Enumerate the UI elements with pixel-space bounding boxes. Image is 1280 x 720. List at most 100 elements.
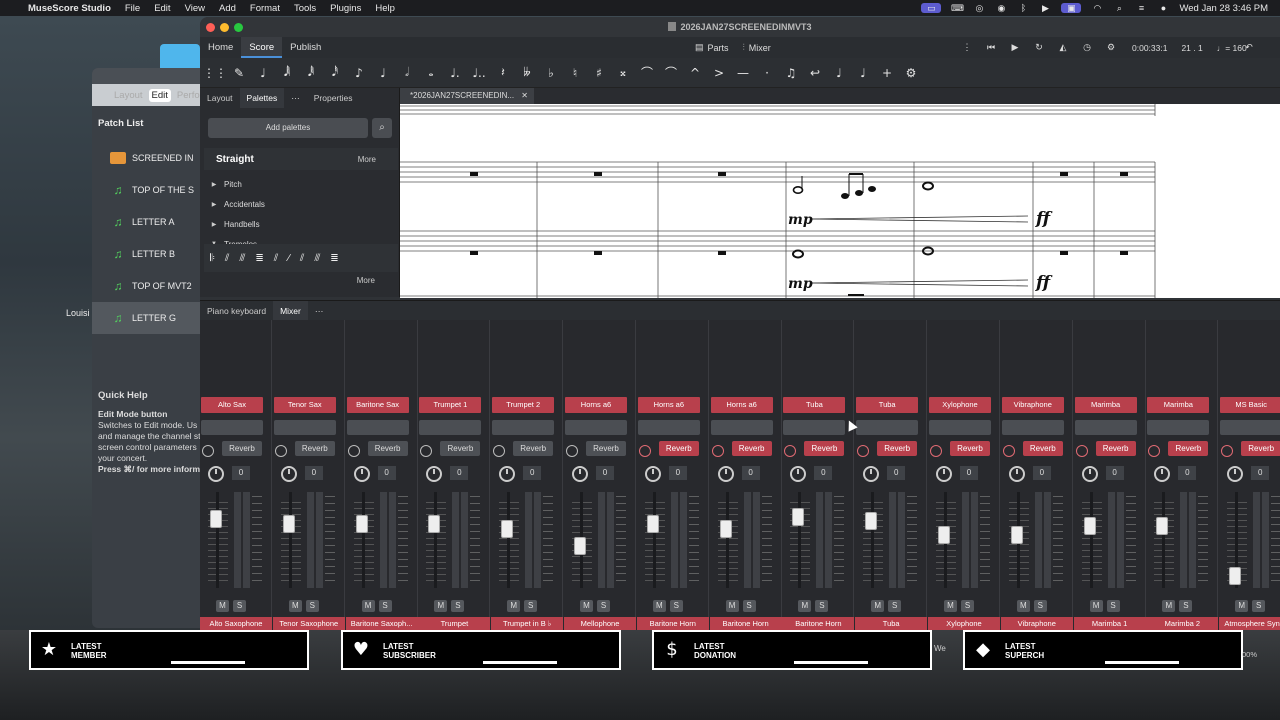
tremolo-cell[interactable]: ⫽: [300, 253, 304, 264]
sound-flag-box[interactable]: [710, 420, 773, 435]
pencil-icon[interactable]: ✎: [230, 63, 248, 83]
search-icon[interactable]: ⌕: [1113, 3, 1125, 13]
volume-fader-handle[interactable]: [282, 514, 295, 533]
reverb-knob-icon[interactable]: [493, 445, 506, 457]
solo-button[interactable]: S: [961, 600, 974, 612]
volume-fader-track[interactable]: [1089, 492, 1093, 588]
pan-value[interactable]: 0: [814, 466, 833, 480]
reverb-button[interactable]: Reverb: [1168, 441, 1209, 456]
sound-flag-box[interactable]: [1001, 420, 1064, 435]
add-palettes-button[interactable]: Add palettes: [208, 118, 368, 138]
mute-button[interactable]: M: [798, 600, 812, 612]
tremolo-cell[interactable]: ⫻: [239, 253, 245, 264]
menu-format[interactable]: Format: [250, 3, 280, 14]
sound-selector[interactable]: Xylophone: [929, 397, 991, 413]
sound-flag-box[interactable]: [637, 420, 700, 435]
palette-header[interactable]: Straight More: [204, 148, 398, 170]
solo-button[interactable]: S: [1252, 600, 1266, 612]
double-dot-icon[interactable]: ♩..: [470, 63, 488, 83]
settings-icon[interactable]: ⚙: [902, 63, 920, 83]
input-icon[interactable]: ♩: [254, 63, 272, 83]
reverb-button[interactable]: Reverb: [513, 441, 554, 456]
pan-value[interactable]: 0: [741, 466, 760, 480]
tab-mixer[interactable]: Mixer: [273, 300, 308, 321]
slur-icon[interactable]: ⌒: [662, 63, 680, 83]
menu-edit[interactable]: Edit: [154, 3, 170, 14]
tab-layout[interactable]: Layout: [200, 88, 240, 108]
64th-note-icon[interactable]: 𝅘𝅥𝅲: [278, 63, 296, 83]
volume-fader-handle[interactable]: [210, 510, 222, 529]
volume-fader-handle[interactable]: [646, 514, 659, 533]
patch-item[interactable]: SCREENED IN: [92, 142, 212, 174]
reverb-button[interactable]: Reverb: [1095, 441, 1136, 456]
solo-button[interactable]: S: [1106, 600, 1120, 612]
tuplet-icon[interactable]: ♫: [782, 63, 800, 83]
volume-fader-track[interactable]: [434, 492, 438, 588]
menu-view[interactable]: View: [185, 3, 205, 14]
solo-button[interactable]: S: [888, 600, 902, 612]
tab-publish[interactable]: Publish: [282, 37, 329, 58]
more-icon[interactable]: ⋯: [308, 301, 331, 321]
play-icon[interactable]: ▶: [1039, 3, 1051, 13]
tremolo-cell[interactable]: ∕: [288, 253, 290, 264]
sound-flag-box[interactable]: [419, 420, 482, 435]
pan-value[interactable]: 0: [1032, 466, 1051, 480]
sound-flag-box[interactable]: [273, 420, 336, 435]
patch-item[interactable]: ♫ LETTER B: [92, 238, 212, 270]
reverb-knob-icon[interactable]: [347, 445, 360, 457]
pan-knob-icon[interactable]: [1227, 466, 1244, 482]
reverb-button[interactable]: Reverb: [222, 441, 262, 456]
whole-note-icon[interactable]: 𝅝: [422, 63, 440, 83]
sound-selector[interactable]: Marimba: [1074, 397, 1137, 413]
tab-score[interactable]: Score: [241, 37, 283, 58]
mute-button[interactable]: M: [361, 600, 375, 612]
tenuto-icon[interactable]: —: [734, 63, 752, 83]
reverb-button[interactable]: Reverb: [586, 441, 626, 456]
pan-knob-icon[interactable]: [208, 466, 224, 482]
32nd-note-icon[interactable]: 𝅘𝅥𝅱: [302, 63, 320, 83]
pan-value[interactable]: 0: [668, 466, 687, 480]
reverb-knob-icon[interactable]: [930, 445, 942, 457]
reverb-button[interactable]: Reverb: [1022, 441, 1063, 456]
menu-file[interactable]: File: [125, 3, 140, 14]
pan-value[interactable]: 0: [232, 466, 250, 480]
reverb-button[interactable]: Reverb: [731, 441, 772, 456]
reverb-knob-icon[interactable]: [784, 445, 797, 457]
double-flat-icon[interactable]: 𝄫: [518, 63, 536, 83]
tab-properties[interactable]: Properties: [307, 88, 360, 108]
dynamic-ff[interactable]: ff: [1035, 273, 1053, 293]
mute-button[interactable]: M: [216, 600, 229, 612]
sound-flag-box[interactable]: [201, 420, 263, 435]
search-icon[interactable]: ⌕: [372, 118, 392, 138]
pan-value[interactable]: 0: [887, 466, 906, 480]
pan-value[interactable]: 0: [960, 466, 978, 480]
loop-icon[interactable]: ↻: [1032, 42, 1046, 53]
volume-fader-handle[interactable]: [574, 537, 586, 556]
score-canvas[interactable]: mp ff mp ff: [400, 104, 1280, 298]
reverb-button[interactable]: Reverb: [367, 441, 408, 456]
reverb-knob-icon[interactable]: [1075, 445, 1088, 457]
tab-piano-keyboard[interactable]: Piano keyboard: [200, 301, 273, 321]
volume-fader-track[interactable]: [507, 492, 511, 588]
solo-button[interactable]: S: [233, 600, 246, 612]
control-center-icon[interactable]: ≡: [1135, 3, 1147, 13]
pan-knob-icon[interactable]: [1154, 466, 1171, 482]
pan-knob-icon[interactable]: [572, 466, 588, 482]
solo-button[interactable]: S: [378, 600, 392, 612]
reverb-knob-icon[interactable]: [420, 445, 433, 457]
solo-button[interactable]: S: [451, 600, 465, 612]
reverb-knob-icon[interactable]: [638, 445, 651, 457]
double-sharp-icon[interactable]: 𝄪: [614, 63, 632, 83]
pan-value[interactable]: 0: [1178, 466, 1197, 480]
menubar-clock[interactable]: Wed Jan 28 3:46 PM: [1179, 3, 1268, 14]
app-menu[interactable]: MuseScore Studio: [28, 3, 111, 14]
tremolo-cell[interactable]: ⫽: [274, 253, 278, 264]
sound-selector[interactable]: Trumpet 1: [419, 397, 482, 413]
pan-value[interactable]: 0: [304, 466, 323, 480]
sound-selector[interactable]: Baritone Sax: [346, 397, 409, 413]
tremolo-cell[interactable]: 𝄆: [210, 253, 215, 264]
eighth-note-icon[interactable]: ♪: [350, 63, 368, 83]
volume-fader-handle[interactable]: [865, 511, 878, 530]
flip-icon[interactable]: ↩: [806, 63, 824, 83]
volume-fader-track[interactable]: [288, 492, 292, 588]
